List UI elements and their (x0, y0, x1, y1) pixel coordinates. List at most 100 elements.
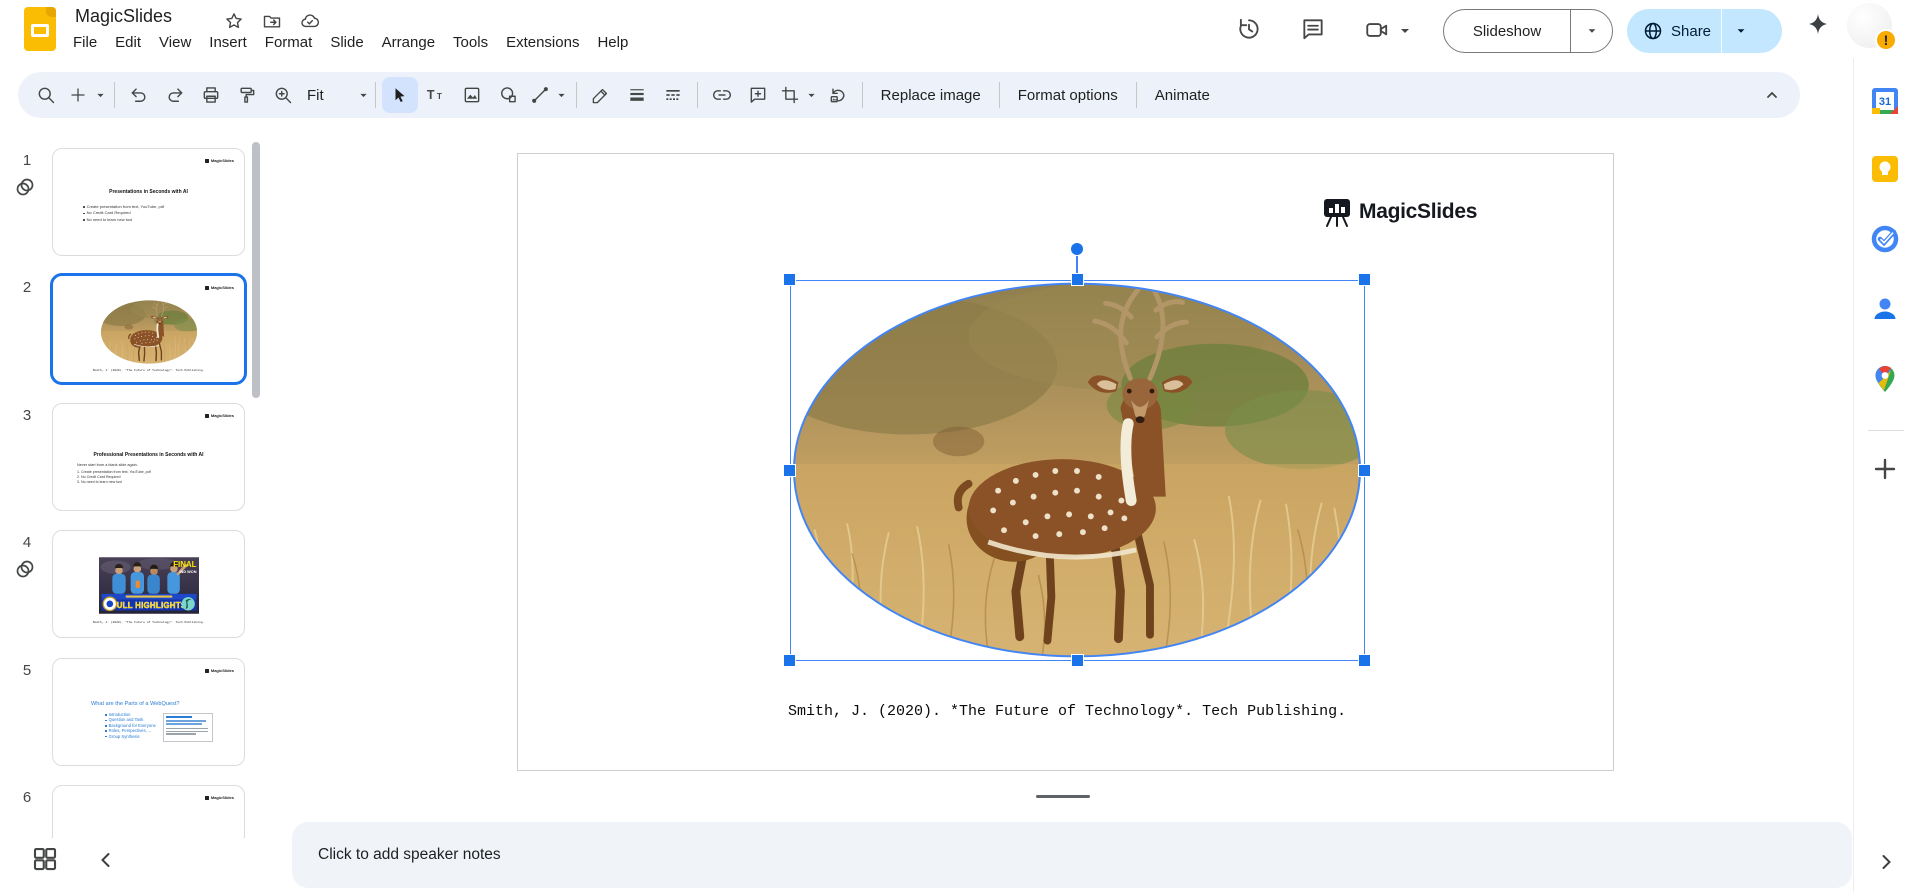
line-dropdown-caret-icon[interactable] (554, 77, 570, 113)
thumb5-bullet: Group Synthesis (105, 734, 156, 739)
text-box-tool[interactable]: TT (418, 77, 454, 113)
paint-format-button[interactable] (229, 77, 265, 113)
calendar-icon[interactable]: 31 (1870, 86, 1900, 116)
thumb-brand: MagicSlides (204, 285, 234, 290)
search-menus-icon[interactable] (28, 77, 64, 113)
version-history-icon[interactable] (1236, 16, 1262, 42)
filmstrip-collapse-chevron-icon[interactable] (94, 848, 118, 872)
brand-mini-icon (204, 413, 210, 418)
resize-handle-sw[interactable] (784, 655, 795, 666)
menu-insert[interactable]: Insert (200, 31, 256, 54)
mask-image-caret-icon[interactable] (804, 77, 820, 113)
slide-thumbnail-3[interactable]: MagicSlides Professional Presentations i… (52, 403, 245, 511)
grid-view-button[interactable] (30, 844, 60, 874)
toolbar-collapse-button[interactable] (1754, 77, 1790, 113)
workspace-side-panel: 31 (1853, 58, 1918, 892)
panel-expand-chevron-icon[interactable] (1874, 850, 1898, 874)
crop-image-button[interactable] (776, 77, 804, 113)
slide-thumbnail-4[interactable]: Smith, J. (2020). *The Future of Technol… (52, 530, 245, 638)
rotation-handle[interactable] (1071, 243, 1083, 255)
menu-tools[interactable]: Tools (444, 31, 497, 54)
filmstrip-scrollbar[interactable] (252, 142, 260, 398)
resize-handle-n[interactable] (1072, 274, 1083, 285)
share-button[interactable]: Share (1627, 9, 1782, 53)
slide-thumbnail-5[interactable]: MagicSlides What are the Parts of a WebQ… (52, 658, 245, 766)
slides-app-icon[interactable] (24, 7, 56, 51)
move-to-folder-icon[interactable] (262, 11, 282, 31)
thumb-brand: MagicSlides (204, 158, 234, 163)
keep-icon[interactable] (1870, 154, 1900, 184)
slide-thumbnail-1[interactable]: MagicSlides Presentations in Seconds wit… (52, 148, 245, 256)
meet-camera-icon[interactable] (1364, 17, 1390, 43)
star-icon[interactable] (224, 11, 244, 31)
resize-handle-ne[interactable] (1359, 274, 1370, 285)
menu-file[interactable]: File (64, 31, 106, 54)
thumb2-deer-image (99, 300, 199, 364)
comments-icon[interactable] (1300, 16, 1326, 42)
gemini-sparkle-icon[interactable] (1806, 12, 1830, 36)
animate-button[interactable]: Animate (1143, 79, 1222, 112)
insert-line-button[interactable] (526, 77, 554, 113)
thumb4-citation: Smith, J. (2020). *The Future of Technol… (92, 621, 205, 624)
account-alert-badge[interactable]: ! (1875, 29, 1897, 51)
border-weight-button[interactable] (619, 77, 655, 113)
print-button[interactable] (193, 77, 229, 113)
border-dash-button[interactable] (655, 77, 691, 113)
resize-handle-nw[interactable] (784, 274, 795, 285)
insert-link-button[interactable] (704, 77, 740, 113)
slide-brand-logo[interactable]: MagicSlides (1322, 197, 1477, 227)
share-dropdown[interactable] (1721, 9, 1759, 53)
redo-button[interactable] (157, 77, 193, 113)
menu-format[interactable]: Format (256, 31, 322, 54)
menu-edit[interactable]: Edit (106, 31, 150, 54)
new-slide-button[interactable] (64, 77, 92, 113)
get-addons-plus-icon[interactable] (1870, 454, 1900, 484)
document-title[interactable]: MagicSlides (75, 6, 172, 27)
menu-slide[interactable]: Slide (321, 31, 372, 54)
resize-handle-e[interactable] (1359, 465, 1370, 476)
replace-image-button[interactable]: Replace image (869, 79, 993, 112)
deer-ellipse-image[interactable] (791, 281, 1363, 659)
toolbar-separator (696, 82, 698, 108)
thumb1-bullet: No need to learn new tool (83, 217, 164, 223)
thumb4-cricket-image (99, 557, 199, 614)
slide-thumbnail-2-selected[interactable]: MagicSlides Smith, J. (2020). *The Futur… (50, 273, 247, 385)
resize-handle-w[interactable] (784, 465, 795, 476)
citation-text[interactable]: Smith, J. (2020). *The Future of Technol… (788, 703, 1398, 720)
slideshow-dropdown[interactable] (1570, 10, 1612, 52)
select-tool[interactable] (381, 77, 418, 113)
insert-shape-button[interactable] (490, 77, 526, 113)
menu-help[interactable]: Help (588, 31, 637, 54)
zoom-in-button[interactable] (265, 77, 301, 113)
image-selection-box[interactable] (790, 280, 1365, 661)
insert-image-button[interactable] (454, 77, 490, 113)
resize-handle-se[interactable] (1359, 655, 1370, 666)
thumb3-title: Professional Presentations in Seconds wi… (93, 452, 204, 458)
maps-icon[interactable] (1870, 364, 1900, 394)
add-comment-button[interactable] (740, 77, 776, 113)
border-color-button[interactable] (583, 77, 619, 113)
brand-mini-icon (204, 285, 210, 290)
chevron-down-icon (1588, 29, 1595, 33)
reset-image-button[interactable] (820, 77, 856, 113)
cloud-saved-icon[interactable] (300, 11, 320, 31)
tasks-icon[interactable] (1870, 224, 1900, 254)
menu-extensions[interactable]: Extensions (497, 31, 588, 54)
format-options-button[interactable]: Format options (1006, 79, 1130, 112)
camera-dropdown-caret-icon[interactable] (1398, 24, 1412, 38)
main-toolbar: Fit TT Replace image Format options Anim… (18, 72, 1800, 118)
slideshow-button[interactable]: Slideshow (1443, 9, 1613, 53)
speaker-notes-input[interactable]: Click to add speaker notes (292, 822, 1852, 888)
notes-resize-handle[interactable] (1036, 795, 1090, 798)
side-panel-divider (1868, 430, 1904, 431)
menu-view[interactable]: View (150, 31, 200, 54)
contacts-icon[interactable] (1870, 294, 1900, 324)
slide-number: 5 (22, 662, 32, 679)
slide-thumbnail-6[interactable]: MagicSlides (52, 785, 245, 838)
resize-handle-s[interactable] (1072, 655, 1083, 666)
slides-icon-fold (46, 7, 56, 17)
undo-button[interactable] (121, 77, 157, 113)
new-slide-dropdown-caret-icon[interactable] (92, 77, 108, 113)
menu-arrange[interactable]: Arrange (373, 31, 444, 54)
zoom-select[interactable]: Fit (301, 87, 369, 104)
